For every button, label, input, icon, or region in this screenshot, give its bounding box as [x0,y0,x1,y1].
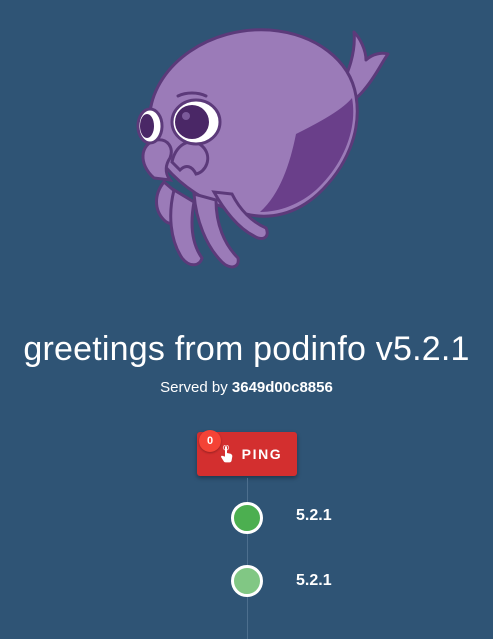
served-by-text: Served by 3649d00c8856 [0,378,493,398]
page-title: greetings from podinfo v5.2.1 [23,330,470,368]
ping-count-badge: 0 [199,430,221,452]
ping-label: PING [241,446,283,462]
timeline-label-2: 5.2.1 [296,572,332,589]
timeline-dot-2 [231,565,263,597]
octopus-mascot-image [136,28,390,269]
served-by-prefix: Served by [160,379,228,396]
timeline-label-1: 5.2.1 [296,507,332,524]
timeline-dot-1 [231,502,263,534]
hostname: 3649d00c8856 [231,379,333,396]
touch-hand-icon [220,445,232,463]
